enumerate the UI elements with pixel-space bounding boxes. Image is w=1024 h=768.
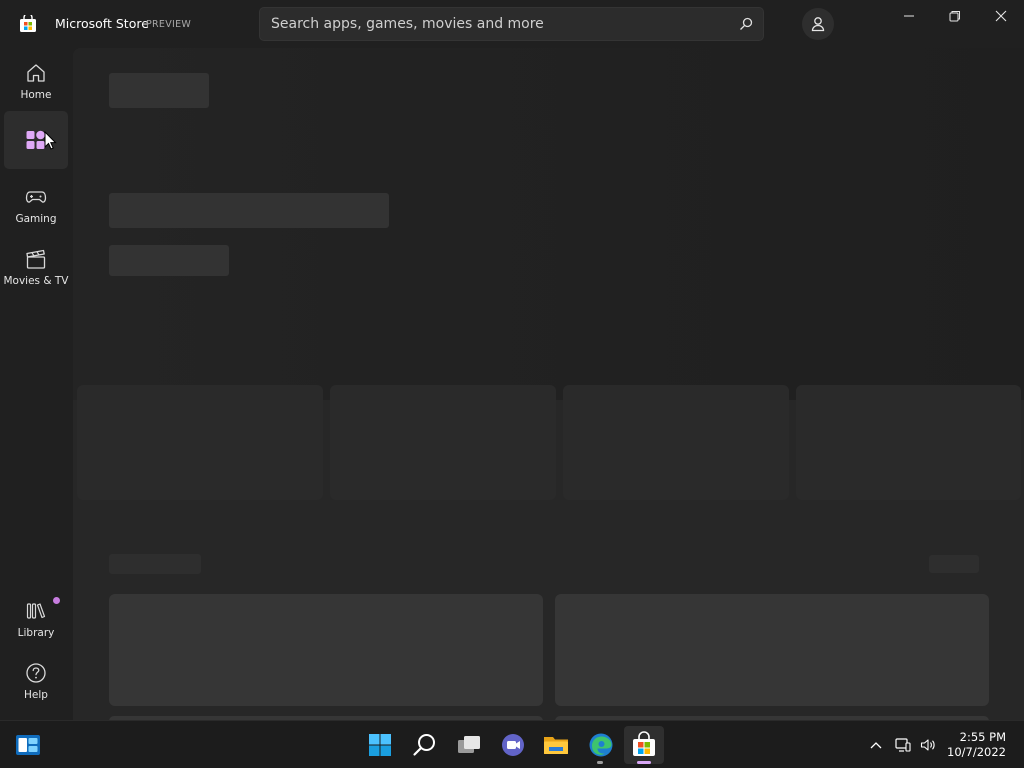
skeleton-tile <box>77 385 323 500</box>
clock-date: 10/7/2022 <box>947 745 1006 759</box>
search-box[interactable]: Search apps, games, movies and more <box>259 7 764 41</box>
account-button[interactable] <box>802 8 834 40</box>
skeleton-button <box>109 245 229 276</box>
clock-time: 2:55 PM <box>959 730 1006 744</box>
volume-icon[interactable] <box>920 737 936 753</box>
sidebar-item-movies-tv[interactable]: Movies & TV <box>3 238 69 296</box>
sidebar-item-label: Gaming <box>15 213 57 225</box>
search-icon[interactable] <box>739 17 753 31</box>
sidebar-item-gaming[interactable]: Gaming <box>4 176 68 234</box>
widgets-icon[interactable] <box>14 731 42 759</box>
close-icon <box>995 10 1007 22</box>
home-icon <box>27 64 45 82</box>
library-icon <box>26 603 46 619</box>
search-icon[interactable] <box>411 731 439 759</box>
taskbar: 2:55 PM 10/7/2022 <box>0 720 1024 768</box>
chat-icon[interactable] <box>499 731 527 759</box>
minimize-button[interactable] <box>886 0 932 32</box>
file-explorer-icon[interactable] <box>542 731 570 759</box>
sidebar-item-label: Movies & TV <box>3 275 69 287</box>
sidebar-item-label: Help <box>24 689 48 701</box>
sidebar-item-apps[interactable] <box>4 111 68 169</box>
help-icon <box>26 663 46 683</box>
system-clock[interactable]: 2:55 PM 10/7/2022 <box>947 730 1006 760</box>
edge-icon[interactable] <box>587 731 615 759</box>
close-button[interactable] <box>978 0 1024 32</box>
app-title: Microsoft Store <box>55 16 149 31</box>
network-icon[interactable] <box>895 737 911 753</box>
search-input[interactable]: Search apps, games, movies and more <box>271 16 544 32</box>
sidebar-item-home[interactable]: Home <box>4 52 68 110</box>
skeleton-card <box>555 594 989 706</box>
preview-badge: PREVIEW <box>146 19 192 30</box>
store-active-indicator <box>637 761 651 764</box>
skeleton-card <box>109 594 543 706</box>
mouse-cursor-icon <box>44 131 57 150</box>
sidebar-item-help[interactable]: Help <box>4 652 68 710</box>
skeleton-title <box>109 73 209 108</box>
gamepad-icon <box>25 191 47 203</box>
edge-running-indicator <box>597 761 603 764</box>
restore-icon <box>949 11 960 22</box>
restore-button[interactable] <box>932 0 978 32</box>
task-view-icon[interactable] <box>455 731 483 759</box>
chevron-up-icon[interactable] <box>868 737 884 753</box>
skeleton-headline <box>109 193 389 228</box>
sidebar-item-label: Home <box>20 89 52 101</box>
sidebar-item-label: Library <box>17 627 55 639</box>
skeleton-tile <box>796 385 1021 500</box>
store-icon[interactable] <box>630 731 658 759</box>
clapperboard-icon <box>26 249 46 269</box>
skeleton-section-title <box>109 554 201 574</box>
minimize-icon <box>904 15 914 17</box>
content-area <box>73 48 1024 720</box>
skeleton-see-all <box>929 555 979 573</box>
store-logo-icon <box>20 15 36 32</box>
skeleton-tile <box>563 385 789 500</box>
store-window: Microsoft Store PREVIEW Search apps, gam… <box>0 0 1024 720</box>
hero-banner-placeholder <box>73 48 1024 400</box>
title-bar: Microsoft Store PREVIEW Search apps, gam… <box>0 0 1024 48</box>
person-icon <box>811 17 825 32</box>
skeleton-tile <box>330 385 556 500</box>
start-icon[interactable] <box>366 731 394 759</box>
sidebar-item-library[interactable]: Library <box>4 590 68 648</box>
